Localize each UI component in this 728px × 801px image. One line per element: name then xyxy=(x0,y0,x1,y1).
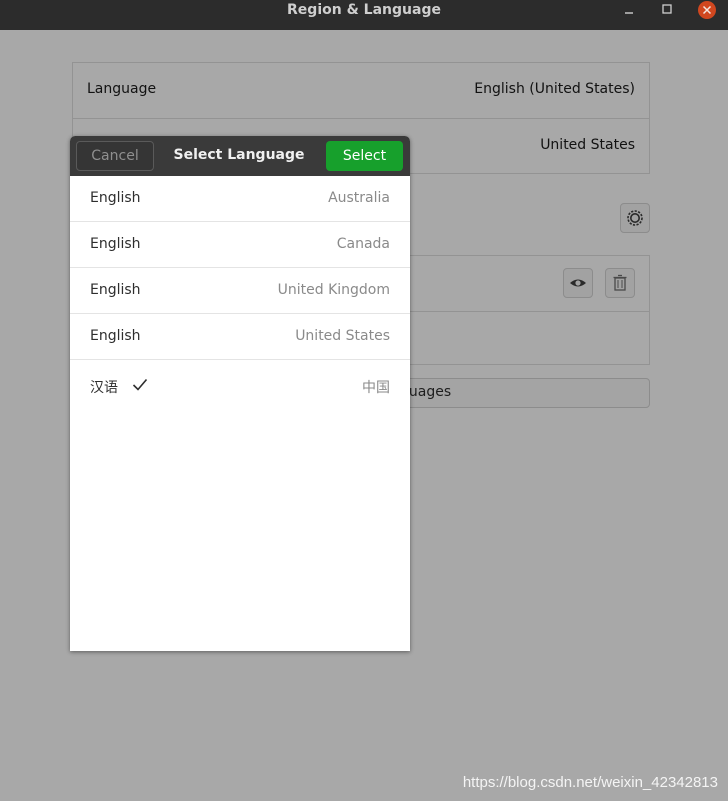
watermark-text: https://blog.csdn.net/weixin_42342813 xyxy=(462,774,718,791)
language-name: English xyxy=(90,236,141,252)
eye-icon xyxy=(570,279,586,287)
language-label: Language xyxy=(87,81,157,97)
list-item[interactable]: English United States xyxy=(70,314,410,360)
gear-icon xyxy=(627,210,643,226)
formats-value: United States xyxy=(540,137,635,153)
select-button[interactable]: Select xyxy=(326,141,403,171)
trash-icon xyxy=(613,274,627,291)
language-name: English xyxy=(90,282,141,298)
region-name: United States xyxy=(295,328,390,344)
show-keyboard-layout-button[interactable] xyxy=(563,268,593,298)
language-name: English xyxy=(90,328,141,344)
select-language-dialog: Cancel Select Language Select English Au… xyxy=(70,136,410,651)
language-name: 汉语 xyxy=(90,380,118,396)
language-value: English (United States) xyxy=(474,81,635,97)
language-name: English xyxy=(90,190,141,206)
cancel-button[interactable]: Cancel xyxy=(76,141,154,171)
input-options-button[interactable] xyxy=(620,203,650,233)
checkmark-icon xyxy=(132,378,148,391)
region-name: 中国 xyxy=(362,380,390,396)
region-name: United Kingdom xyxy=(277,282,390,298)
list-item[interactable]: English United Kingdom xyxy=(70,268,410,314)
remove-input-source-button[interactable] xyxy=(605,268,635,298)
dialog-title: Select Language xyxy=(173,147,305,163)
window-titlebar: Region & Language xyxy=(0,0,728,30)
language-list: English Australia English Canada English… xyxy=(70,176,410,414)
region-name: Canada xyxy=(336,236,390,252)
window-title: Region & Language xyxy=(287,2,441,18)
dialog-header: Cancel Select Language Select xyxy=(70,136,410,176)
minimize-icon[interactable] xyxy=(620,1,638,19)
region-name: Australia xyxy=(328,190,390,206)
maximize-icon[interactable] xyxy=(658,1,676,19)
language-row[interactable]: Language English (United States) xyxy=(73,63,649,117)
list-item-selected[interactable]: 汉语 中国 xyxy=(70,360,410,414)
close-icon[interactable] xyxy=(698,1,716,19)
list-item[interactable]: English Canada xyxy=(70,222,410,268)
list-item[interactable]: English Australia xyxy=(70,176,410,222)
